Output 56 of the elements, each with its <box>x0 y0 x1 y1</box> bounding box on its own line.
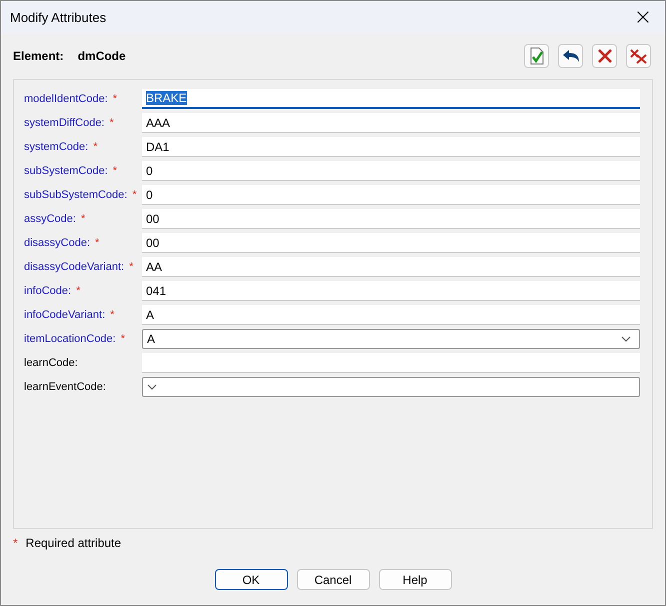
dialog-button[interactable]: Help <box>378 569 452 590</box>
element-name: dmCode <box>78 49 126 63</box>
input-field[interactable]: 00 <box>142 233 640 253</box>
required-mark: * <box>110 117 114 129</box>
input-field[interactable]: DA1 <box>142 137 640 157</box>
input-field[interactable]: 041 <box>142 281 640 301</box>
required-mark: * <box>13 536 18 550</box>
input-field[interactable]: A <box>142 305 640 325</box>
required-mark: * <box>120 333 126 345</box>
window-title: Modify Attributes <box>10 10 106 24</box>
legend-text: Required attribute <box>26 536 122 550</box>
dialog-button[interactable]: OK <box>214 569 288 590</box>
attribute-label: systemDiffCode: <box>24 117 104 129</box>
attribute-label: assyCode: <box>24 213 76 225</box>
required-mark: * <box>112 165 118 177</box>
chevron-down-icon <box>147 384 157 390</box>
close-button[interactable]: × <box>621 1 665 33</box>
attribute-label: learnEventCode: <box>24 381 106 393</box>
required-mark: * <box>129 261 134 273</box>
input-field[interactable] <box>142 353 640 373</box>
dropdown[interactable]: A <box>142 329 640 349</box>
undo-button[interactable] <box>558 44 583 68</box>
required-mark: * <box>132 189 137 201</box>
attribute-label: disassyCode: <box>24 237 90 249</box>
attribute-label: systemCode: <box>24 141 88 153</box>
cross-icon <box>596 48 612 64</box>
undo-icon <box>562 49 580 63</box>
attribute-label: infoCode: <box>24 285 72 297</box>
document-check-icon <box>528 47 546 65</box>
double-cross-icon <box>630 48 648 64</box>
attribute-label: learnCode: <box>24 357 78 369</box>
delete-all-button[interactable] <box>626 44 651 68</box>
input-field[interactable]: 0 <box>142 161 640 181</box>
delete-button[interactable] <box>592 44 617 68</box>
required-mark: * <box>76 285 80 297</box>
required-mark: * <box>93 141 98 153</box>
input-field[interactable]: AAA <box>142 113 640 133</box>
required-mark: * <box>110 309 114 321</box>
dropdown[interactable] <box>142 377 640 397</box>
required-mark: * <box>95 237 100 249</box>
required-mark: * <box>80 213 86 225</box>
attribute-label: subSystemCode: <box>24 165 108 177</box>
input-field[interactable]: BRAKE <box>142 89 640 109</box>
chevron-down-icon <box>621 336 631 342</box>
input-field[interactable]: 0 <box>142 185 640 205</box>
attribute-label: disassyCodeVariant: <box>24 261 124 273</box>
dialog-button[interactable]: Cancel <box>296 569 370 590</box>
attribute-label: subSubSystemCode: <box>24 189 128 201</box>
required-mark: * <box>112 93 118 105</box>
input-field[interactable]: AA <box>142 257 640 277</box>
attribute-label: infoCodeVariant: <box>24 309 106 321</box>
attribute-label: modelIdentCode: <box>24 93 108 105</box>
element-label: Element: <box>13 49 64 63</box>
attribute-label: itemLocationCode: <box>24 333 116 345</box>
validate-button[interactable] <box>524 44 549 68</box>
input-field[interactable]: 00 <box>142 209 640 229</box>
